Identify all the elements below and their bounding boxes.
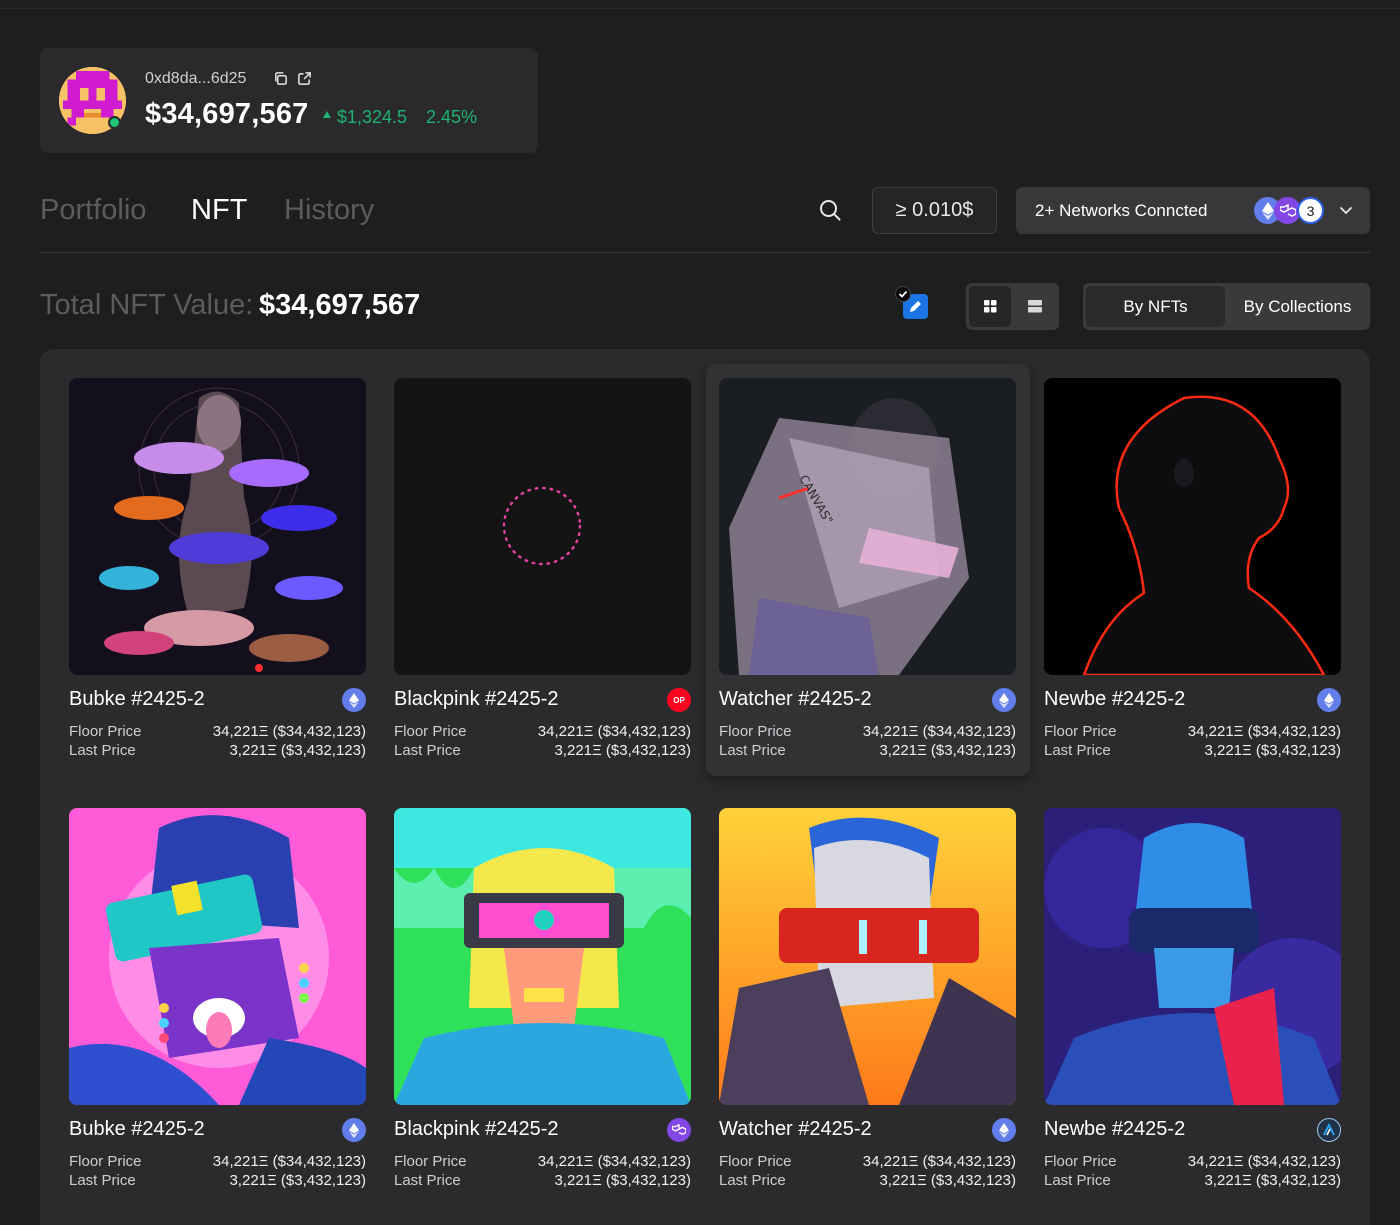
nft-card[interactable]: Newbe #2425-2 Floor Price 34,221Ξ ($34,4… <box>1044 378 1341 768</box>
floor-price-value: 34,221Ξ ($34,432,123) <box>862 1153 1016 1170</box>
nft-card[interactable]: Blackpink #2425-2 Floor Price 34,221Ξ ($… <box>394 808 691 1198</box>
floor-price-label: Floor Price <box>1044 723 1117 740</box>
balance-change-amount: $1,324.5 <box>337 107 408 127</box>
last-price-label: Last Price <box>394 742 461 759</box>
online-status-dot <box>108 116 121 129</box>
nft-name: Watcher #2425-2 <box>719 1118 872 1140</box>
by-nfts-button[interactable]: By NFTs <box>1086 286 1225 327</box>
last-price-value: 3,221Ξ ($3,432,123) <box>229 1172 366 1189</box>
search-icon[interactable] <box>818 198 842 222</box>
nft-card[interactable]: Bubke #2425-2 Floor Price 34,221Ξ ($34,4… <box>69 808 366 1198</box>
ethereum-icon <box>992 688 1016 712</box>
floor-price-value: 34,221Ξ ($34,432,123) <box>1187 1153 1341 1170</box>
grid-view-button[interactable] <box>969 286 1011 327</box>
last-price-value: 3,221Ξ ($3,432,123) <box>879 742 1016 759</box>
floor-price-value: 34,221Ξ ($34,432,123) <box>212 1153 366 1170</box>
list-icon <box>1028 300 1042 313</box>
trend-up-icon <box>323 111 331 118</box>
last-price-value: 3,221Ξ ($3,432,123) <box>554 742 691 759</box>
last-price-value: 3,221Ξ ($3,432,123) <box>1204 742 1341 759</box>
chevron-down-icon <box>1340 207 1352 214</box>
last-price-label: Last Price <box>719 1172 786 1189</box>
tab-history[interactable]: History <box>284 194 374 227</box>
floor-price-value: 34,221Ξ ($34,432,123) <box>862 723 1016 740</box>
floor-price-value: 34,221Ξ ($34,432,123) <box>1187 723 1341 740</box>
balance-change-percent: 2.45% <box>426 107 478 127</box>
nft-card[interactable]: Watcher #2425-2 Floor Price 34,221Ξ ($34… <box>719 808 1016 1198</box>
last-price-value: 3,221Ξ ($3,432,123) <box>554 1172 691 1189</box>
nft-name: Blackpink #2425-2 <box>394 688 559 710</box>
tab-nft[interactable]: NFT <box>191 194 247 227</box>
ethereum-icon <box>992 1118 1016 1142</box>
last-price-value: 3,221Ξ ($3,432,123) <box>1204 1172 1341 1189</box>
nft-image[interactable] <box>1044 378 1341 675</box>
top-divider <box>0 8 1400 9</box>
view-toggle <box>966 283 1059 330</box>
min-value-filter[interactable]: ≥ 0.010$ <box>872 187 997 234</box>
floor-price-label: Floor Price <box>394 1153 467 1170</box>
last-price-label: Last Price <box>69 1172 136 1189</box>
floor-price-value: 34,221Ξ ($34,432,123) <box>212 723 366 740</box>
floor-price-label: Floor Price <box>1044 1153 1117 1170</box>
nft-name: Watcher #2425-2 <box>719 688 872 710</box>
nft-image[interactable] <box>1044 808 1341 1105</box>
nft-image[interactable] <box>719 808 1016 1105</box>
wallet-card: 0xd8da...6d25 $34,697,567 $1,324.5 2.45% <box>40 48 538 153</box>
arbitrum-icon <box>1317 1118 1341 1142</box>
external-link-icon[interactable] <box>297 71 312 86</box>
last-price-label: Last Price <box>1044 1172 1111 1189</box>
grid-icon <box>984 300 997 313</box>
nft-name: Blackpink #2425-2 <box>394 1118 559 1140</box>
last-price-label: Last Price <box>719 742 786 759</box>
nft-card[interactable]: Bubke #2425-2 Floor Price 34,221Ξ ($34,4… <box>69 378 366 768</box>
nft-card[interactable]: Newbe #2425-2 Floor Price 34,221Ξ ($34,4… <box>1044 808 1341 1198</box>
last-price-value: 3,221Ξ ($3,432,123) <box>229 742 366 759</box>
networks-label: 2+ Networks Conncted <box>1035 201 1208 220</box>
optimism-icon: OP <box>667 688 691 712</box>
nft-image[interactable]: CANVAS" <box>719 378 1016 675</box>
floor-price-label: Floor Price <box>719 723 792 740</box>
nft-name: Bubke #2425-2 <box>69 688 205 710</box>
by-collections-button[interactable]: By Collections <box>1228 286 1367 327</box>
floor-price-label: Floor Price <box>69 723 142 740</box>
last-price-label: Last Price <box>394 1172 461 1189</box>
floor-price-label: Floor Price <box>69 1153 142 1170</box>
total-nft-label: Total NFT Value: <box>40 289 254 321</box>
ethereum-icon <box>342 688 366 712</box>
floor-price-label: Floor Price <box>394 723 467 740</box>
floor-price-value: 34,221Ξ ($34,432,123) <box>537 723 691 740</box>
nft-card[interactable]: CANVAS" Watcher #2425-2 Floor Price 34,2… <box>719 378 1016 768</box>
last-price-value: 3,221Ξ ($3,432,123) <box>879 1172 1016 1189</box>
nft-card[interactable]: Blackpink #2425-2 OP Floor Price 34,221Ξ… <box>394 378 691 768</box>
last-price-label: Last Price <box>69 742 136 759</box>
last-price-label: Last Price <box>1044 742 1111 759</box>
total-nft-value: $34,697,567 <box>259 289 421 321</box>
networks-dropdown[interactable]: 2+ Networks Conncted 3 <box>1016 187 1370 234</box>
wallet-balance: $34,697,567 <box>145 98 309 130</box>
nft-image[interactable] <box>394 378 691 675</box>
networks-count-badge: 3 <box>1297 197 1324 224</box>
nft-name: Bubke #2425-2 <box>69 1118 205 1140</box>
nft-image[interactable] <box>69 808 366 1105</box>
list-view-button[interactable] <box>1014 286 1056 327</box>
check-badge-icon <box>895 286 911 302</box>
floor-price-label: Floor Price <box>719 1153 792 1170</box>
floor-price-value: 34,221Ξ ($34,432,123) <box>537 1153 691 1170</box>
nft-image[interactable] <box>394 808 691 1105</box>
ethereum-icon <box>342 1118 366 1142</box>
group-by-toggle: By NFTs By Collections <box>1083 283 1370 330</box>
wallet-address: 0xd8da...6d25 <box>145 70 247 87</box>
tab-portfolio[interactable]: Portfolio <box>40 194 146 227</box>
nft-name: Newbe #2425-2 <box>1044 688 1186 710</box>
copy-icon[interactable] <box>273 71 288 86</box>
ethereum-icon <box>1317 688 1341 712</box>
nft-name: Newbe #2425-2 <box>1044 1118 1186 1140</box>
polygon-icon <box>667 1118 691 1142</box>
tabs-divider <box>40 252 1370 253</box>
nft-image[interactable] <box>69 378 366 675</box>
